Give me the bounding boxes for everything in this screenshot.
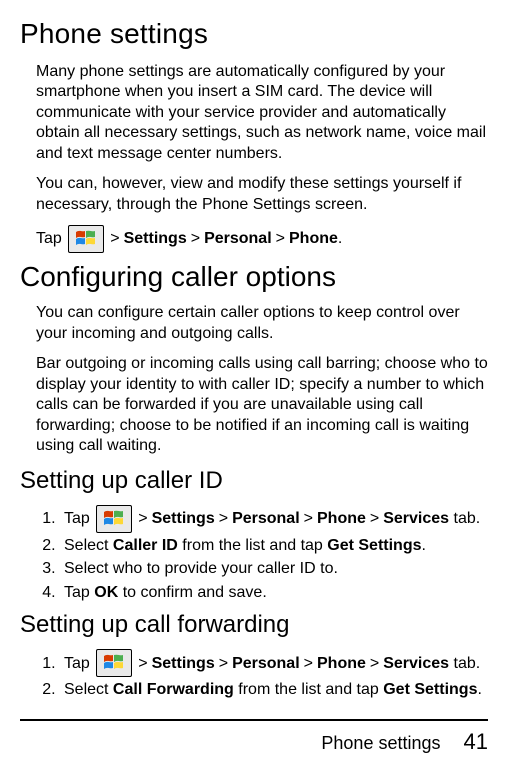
windows-start-icon [68, 225, 104, 253]
separator: > [300, 653, 317, 675]
page-title: Phone settings [20, 18, 488, 50]
separator: > [215, 653, 232, 675]
step-1: Tap > Settings > Personal > Phone > Serv… [60, 649, 488, 677]
phone-label: Phone [317, 508, 366, 530]
page-number: 41 [464, 729, 488, 754]
intro-paragraph-2: You can, however, view and modify these … [36, 174, 488, 215]
text: to confirm and save. [118, 584, 267, 601]
settings-label: Settings [124, 230, 187, 248]
text: Tap [64, 584, 94, 601]
separator: > [187, 230, 204, 248]
caller-id-steps: Tap > Settings > Personal > Phone > Serv… [60, 505, 488, 604]
heading-setting-up-caller-id: Setting up caller ID [20, 467, 488, 495]
services-label: Services [383, 653, 449, 675]
tap-prefix: Tap [64, 653, 94, 675]
settings-label: Settings [152, 508, 215, 530]
get-settings-label: Get Settings [383, 681, 477, 698]
footer-rule [20, 719, 488, 721]
heading-configuring-caller-options: Configuring caller options [20, 261, 488, 293]
windows-start-icon [96, 649, 132, 677]
call-forwarding-label: Call Forwarding [113, 681, 234, 698]
step-3: Select who to provide your caller ID to. [60, 558, 488, 580]
text: from the list and tap [178, 537, 327, 554]
separator: > [106, 230, 123, 248]
call-forwarding-steps: Tap > Settings > Personal > Phone > Serv… [60, 649, 488, 701]
services-label: Services [383, 508, 449, 530]
page-footer: Phone settings 41 [20, 719, 488, 755]
caller-options-paragraph-1: You can configure certain caller options… [36, 303, 488, 344]
phone-label: Phone [317, 653, 366, 675]
personal-label: Personal [232, 653, 300, 675]
tap-prefix: Tap [64, 508, 94, 530]
period: . [338, 230, 342, 248]
separator: > [134, 508, 151, 530]
footer-section: Phone settings [321, 733, 440, 753]
get-settings-label: Get Settings [327, 537, 421, 554]
personal-label: Personal [232, 508, 300, 530]
separator: > [215, 508, 232, 530]
step-1: Tap > Settings > Personal > Phone > Serv… [60, 505, 488, 533]
caller-id-label: Caller ID [113, 537, 178, 554]
tap-prefix: Tap [36, 230, 66, 248]
step-2: Select Caller ID from the list and tap G… [60, 535, 488, 557]
tap-instruction: Tap > Settings > Personal > Phone . [36, 225, 488, 253]
text: from the list and tap [234, 681, 383, 698]
personal-label: Personal [204, 230, 272, 248]
separator: > [366, 508, 383, 530]
heading-setting-up-call-forwarding: Setting up call forwarding [20, 611, 488, 639]
intro-paragraph-1: Many phone settings are automatically co… [36, 62, 488, 164]
step-4: Tap OK to confirm and save. [60, 582, 488, 604]
tab-suffix: tab. [449, 508, 480, 530]
windows-start-icon [96, 505, 132, 533]
period: . [477, 681, 481, 698]
settings-label: Settings [152, 653, 215, 675]
caller-options-paragraph-2: Bar outgoing or incoming calls using cal… [36, 354, 488, 456]
step-2: Select Call Forwarding from the list and… [60, 679, 488, 701]
separator: > [272, 230, 289, 248]
text: Select [64, 537, 113, 554]
phone-label: Phone [289, 230, 338, 248]
ok-label: OK [94, 584, 118, 601]
separator: > [366, 653, 383, 675]
separator: > [300, 508, 317, 530]
separator: > [134, 653, 151, 675]
tab-suffix: tab. [449, 653, 480, 675]
text: Select [64, 681, 113, 698]
period: . [421, 537, 425, 554]
